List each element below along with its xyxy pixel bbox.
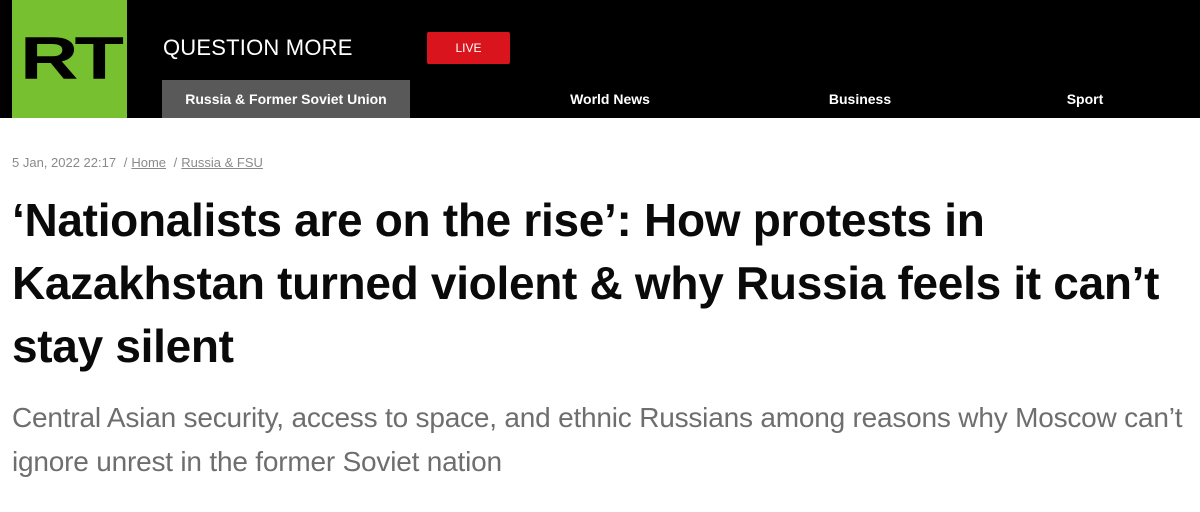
article-date: 5 Jan, 2022 22:17 — [12, 155, 117, 170]
site-header: RT QUESTION MORE LIVE Russia & Former So… — [0, 0, 1200, 118]
article-meta: 5 Jan, 2022 22:17 /Home / Russia & FSU — [12, 155, 263, 171]
nav-item-sport[interactable]: Sport — [1030, 80, 1140, 118]
breadcrumb-home-link[interactable]: Home — [131, 155, 166, 170]
main-nav: Russia & Former Soviet Union World News … — [0, 80, 1200, 118]
breadcrumb-section-link[interactable]: Russia & FSU — [181, 155, 263, 170]
live-button[interactable]: LIVE — [427, 32, 510, 64]
nav-item-business[interactable]: Business — [790, 80, 930, 118]
article-headline: ‘Nationalists are on the rise’: How prot… — [12, 194, 1160, 372]
article-summary: Central Asian security, access to space,… — [12, 402, 1183, 477]
site-tagline: QUESTION MORE — [163, 35, 353, 60]
nav-item-world-news[interactable]: World News — [540, 80, 680, 118]
breadcrumb-separator: / — [173, 155, 178, 170]
breadcrumb-separator: / — [123, 155, 128, 170]
nav-item-russia-fsu[interactable]: Russia & Former Soviet Union — [162, 80, 410, 118]
